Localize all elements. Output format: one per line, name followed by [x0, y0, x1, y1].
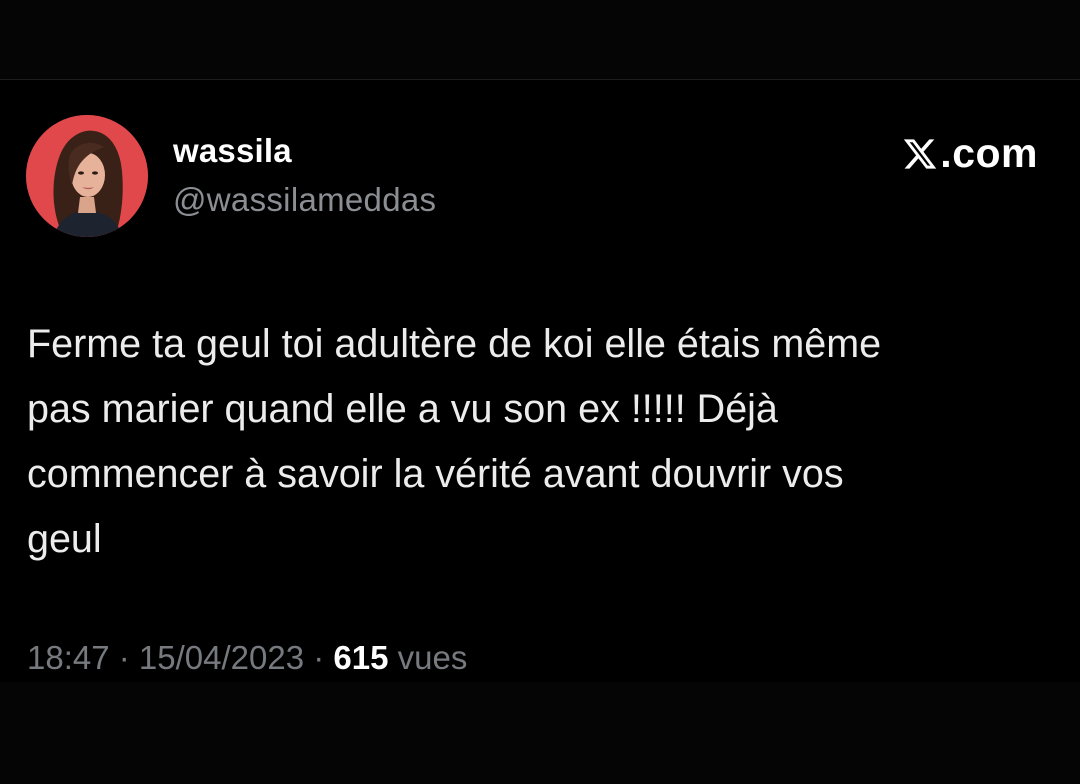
tweet-text: Ferme ta geul toi adultère de koi elle é… — [27, 322, 882, 561]
views-label: vues — [388, 639, 468, 676]
bottom-band — [0, 682, 1080, 784]
meta-separator: · — [109, 639, 139, 676]
avatar-photo-icon — [26, 115, 148, 237]
author-avatar[interactable] — [26, 115, 148, 237]
tweet-card: wassila @wassilameddas .com Ferme ta geu… — [0, 80, 1080, 682]
author-handle[interactable]: @wassilameddas — [173, 183, 436, 216]
tweet-time[interactable]: 18:47 — [27, 641, 110, 674]
meta-separator: · — [304, 639, 334, 676]
views-count[interactable]: 615 — [333, 641, 388, 674]
author-display-name[interactable]: wassila — [173, 134, 292, 167]
tweet-meta: 18:47 · 15/04/2023 · 615 vues — [27, 641, 467, 674]
brand-domain-text: .com — [940, 130, 1038, 176]
x-logo-icon — [904, 138, 937, 169]
top-band — [0, 0, 1080, 80]
tweet-date[interactable]: 15/04/2023 — [139, 641, 304, 674]
brand-watermark: .com — [902, 133, 1038, 174]
